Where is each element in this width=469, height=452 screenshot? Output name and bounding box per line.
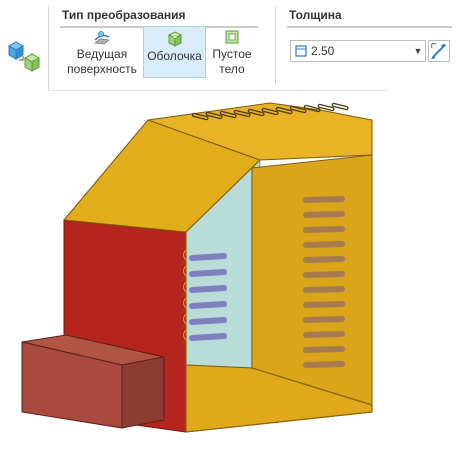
thickness-underline — [287, 26, 452, 28]
leading-surface-button[interactable]: Ведущая поверхность — [62, 25, 142, 79]
thickness-field-icon — [295, 45, 307, 57]
ribbon-bottom-border — [48, 90, 388, 91]
thickness-value: 2.50 — [311, 44, 335, 58]
shell-button[interactable]: Оболочка — [143, 26, 206, 78]
transform-type-title: Тип преобразования — [62, 8, 186, 22]
leading-surface-label-2: поверхность — [67, 62, 137, 76]
hollow-body-icon — [225, 30, 239, 44]
ribbon-toolbar: Тип преобразования Ведущая поверхность О… — [0, 0, 469, 92]
hollow-body-button[interactable]: Пустое тело — [207, 25, 257, 79]
chevron-down-icon[interactable]: ▼ — [411, 46, 425, 56]
measure-button[interactable] — [428, 40, 450, 62]
3d-viewport[interactable] — [0, 92, 469, 452]
box-side — [121, 356, 165, 429]
thickness-title: Толщина — [289, 8, 342, 22]
measure-icon — [430, 43, 447, 60]
shell-model — [21, 102, 373, 433]
hollow-body-label-1: Пустое — [212, 47, 252, 61]
ribbon-separator — [48, 6, 49, 90]
hollow-body-label-2: тело — [219, 62, 245, 76]
thickness-input[interactable]: 2.50 ▼ — [290, 40, 426, 62]
ribbon-separator-2 — [275, 6, 276, 84]
leading-surface-icon — [93, 31, 111, 45]
shell-icon — [167, 31, 182, 47]
shell-label: Оболочка — [147, 49, 202, 63]
leading-surface-label-1: Ведущая — [76, 47, 128, 61]
shell-feature-icon[interactable] — [6, 38, 42, 74]
